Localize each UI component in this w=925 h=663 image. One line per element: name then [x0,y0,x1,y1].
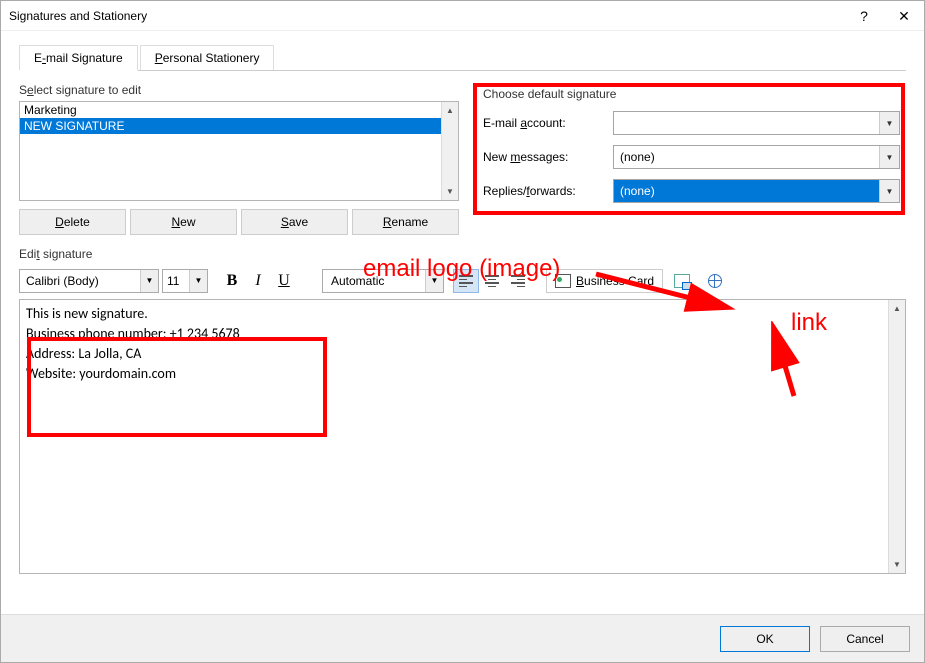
default-signature-group: Choose default signature E-mail account:… [473,83,906,209]
underline-button[interactable]: U [271,269,297,293]
editor-line: Address: La Jolla, CA [26,344,882,364]
tab-personal-stationery[interactable]: Personal Stationery [140,45,275,70]
editor-scrollbar[interactable]: ▲ ▼ [888,300,905,573]
signature-editor[interactable]: This is new signature. Business phone nu… [19,299,906,574]
select-signature-label: Select signature to edit [19,83,459,97]
content: E-mail Signature Personal Stationery Sel… [1,31,924,584]
editor-line: This is new signature. [26,304,882,324]
close-button[interactable]: ✕ [884,1,924,31]
insert-hyperlink-button[interactable] [701,269,729,293]
delete-button[interactable]: Delete [19,209,126,235]
font-color-select[interactable]: Automatic▼ [322,269,444,293]
globe-link-icon [708,274,722,288]
chevron-down-icon: ▼ [879,180,899,202]
new-messages-label: New messages: [483,150,613,164]
chevron-down-icon: ▼ [189,270,207,292]
italic-button[interactable]: I [245,269,271,293]
rename-button[interactable]: Rename [352,209,459,235]
list-item[interactable]: Marketing [20,102,441,118]
scroll-down-icon[interactable]: ▼ [442,183,458,200]
tabs: E-mail Signature Personal Stationery [19,45,906,71]
align-center-button[interactable] [479,269,505,293]
new-button[interactable]: New [130,209,237,235]
titlebar: Signatures and Stationery ? ✕ [1,1,924,31]
default-signature-title: Choose default signature [483,87,616,101]
align-right-button[interactable] [505,269,531,293]
image-icon [674,274,690,288]
chevron-down-icon: ▼ [879,146,899,168]
window-title: Signatures and Stationery [9,9,844,23]
chevron-down-icon: ▼ [879,112,899,134]
scroll-up-icon[interactable]: ▲ [889,300,905,317]
replies-forwards-label: Replies/forwards: [483,184,613,198]
save-button[interactable]: Save [241,209,348,235]
chevron-down-icon: ▼ [140,270,158,292]
font-size-select[interactable]: 11▼ [162,269,208,293]
cancel-button[interactable]: Cancel [820,626,910,652]
chevron-down-icon: ▼ [425,270,443,292]
tab-email-signature[interactable]: E-mail Signature [19,45,138,71]
listbox-scrollbar[interactable]: ▲ ▼ [441,102,458,200]
formatting-toolbar: Calibri (Body)▼ 11▼ B I U Automatic▼ Bus… [19,267,906,295]
editor-line: Business phone number: +1 234 5678 [26,324,882,344]
help-button[interactable]: ? [844,1,884,31]
editor-line: Website: yourdomain.com [26,364,882,384]
align-left-button[interactable] [453,269,479,293]
email-account-select[interactable]: ▼ [613,111,900,135]
bold-button[interactable]: B [219,269,245,293]
insert-image-button[interactable] [668,269,696,293]
list-item[interactable]: NEW SIGNATURE [20,118,441,134]
font-family-select[interactable]: Calibri (Body)▼ [19,269,159,293]
scroll-up-icon[interactable]: ▲ [442,102,458,119]
replies-forwards-select[interactable]: (none)▼ [613,179,900,203]
email-account-label: E-mail account: [483,116,613,130]
signature-listbox[interactable]: Marketing NEW SIGNATURE ▲ ▼ [19,101,459,201]
edit-signature-label: Edit signature [19,247,906,261]
editor-content[interactable]: This is new signature. Business phone nu… [20,300,888,573]
new-messages-select[interactable]: (none)▼ [613,145,900,169]
business-card-icon [555,274,571,288]
business-card-button[interactable]: Business Card [546,269,663,293]
scroll-down-icon[interactable]: ▼ [889,556,905,573]
ok-button[interactable]: OK [720,626,810,652]
dialog-footer: OK Cancel [1,614,924,662]
